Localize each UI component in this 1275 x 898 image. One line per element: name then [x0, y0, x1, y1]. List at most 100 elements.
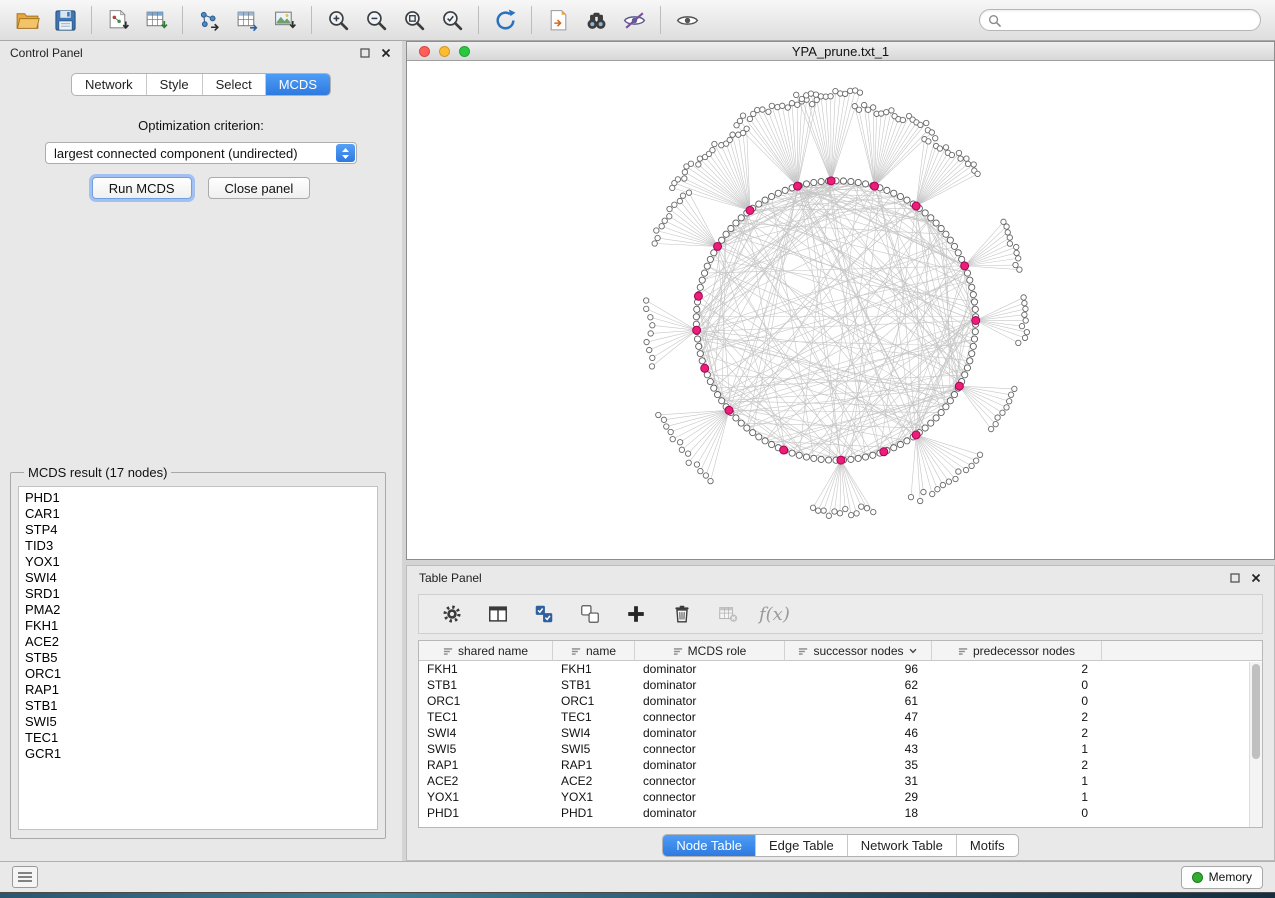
result-item-swi4[interactable]: SWI4 — [25, 570, 377, 586]
result-item-tec1[interactable]: TEC1 — [25, 730, 377, 746]
column-header-successor-nodes[interactable]: successor nodes — [785, 641, 932, 661]
show-graphics-details-button[interactable] — [668, 3, 706, 37]
table-row[interactable]: YOX1YOX1connector291 — [419, 789, 1262, 805]
table-tab-network-table[interactable]: Network Table — [847, 835, 956, 856]
zoom-selected-button[interactable] — [433, 3, 471, 37]
export-network-button[interactable] — [190, 3, 228, 37]
zoom-out-button[interactable] — [357, 3, 395, 37]
tab-select[interactable]: Select — [202, 74, 265, 95]
table-row[interactable]: PHD1PHD1dominator180 — [419, 805, 1262, 821]
table-body: FKH1FKH1dominator962STB1STB1dominator620… — [419, 661, 1262, 821]
search-box[interactable] — [979, 9, 1261, 31]
add-column-button[interactable] — [621, 599, 651, 629]
table-row[interactable]: STB1STB1dominator620 — [419, 677, 1262, 693]
criterion-dropdown[interactable]: largest connected component (undirected) — [45, 142, 357, 164]
network-canvas[interactable] — [407, 61, 1274, 559]
toolbar-separator — [182, 6, 183, 34]
result-item-tid3[interactable]: TID3 — [25, 538, 377, 554]
result-item-ace2[interactable]: ACE2 — [25, 634, 377, 650]
maximize-window-icon[interactable] — [459, 46, 470, 57]
cell-successor_nodes: 35 — [785, 757, 932, 773]
import-table-button[interactable] — [137, 3, 175, 37]
tab-network[interactable]: Network — [72, 74, 146, 95]
result-item-stp4[interactable]: STP4 — [25, 522, 377, 538]
column-header-shared-name[interactable]: shared name — [419, 641, 553, 661]
control-panel-title: Control Panel — [10, 46, 83, 60]
result-item-srd1[interactable]: SRD1 — [25, 586, 377, 602]
table-tab-motifs[interactable]: Motifs — [956, 835, 1018, 856]
apply-layout-button[interactable] — [486, 3, 524, 37]
save-session-button[interactable] — [46, 3, 84, 37]
cell-name: ACE2 — [553, 773, 635, 789]
scrollbar-thumb[interactable] — [1252, 664, 1260, 759]
tab-style[interactable]: Style — [146, 74, 202, 95]
network-titlebar[interactable]: YPA_prune.txt_1 — [407, 42, 1274, 61]
search-input[interactable] — [1006, 13, 1252, 28]
import-network-file-icon — [106, 8, 131, 33]
export-table-icon — [235, 8, 260, 33]
table-row[interactable]: SWI5SWI5connector431 — [419, 741, 1262, 757]
function-builder-button[interactable]: f(x) — [759, 604, 790, 625]
table-tab-edge-table[interactable]: Edge Table — [755, 835, 847, 856]
zoom-out-icon — [364, 8, 389, 33]
cell-predecessor_nodes: 0 — [932, 677, 1102, 693]
result-item-gcr1[interactable]: GCR1 — [25, 746, 377, 762]
tab-mcds[interactable]: MCDS — [265, 74, 330, 95]
delete-column-button[interactable] — [667, 599, 697, 629]
cell-mcds_role: dominator — [635, 757, 785, 773]
select-all-button[interactable] — [529, 599, 559, 629]
show-columns-button[interactable] — [483, 599, 513, 629]
table-row[interactable]: FKH1FKH1dominator962 — [419, 661, 1262, 677]
table-row[interactable]: ORC1ORC1dominator610 — [419, 693, 1262, 709]
unselect-all-icon — [579, 603, 601, 625]
open-session-button[interactable] — [8, 3, 46, 37]
result-item-stb5[interactable]: STB5 — [25, 650, 377, 666]
column-header-predecessor-nodes[interactable]: predecessor nodes — [932, 641, 1102, 661]
export-table-button[interactable] — [228, 3, 266, 37]
run-mcds-button[interactable]: Run MCDS — [92, 177, 192, 199]
zoom-in-button[interactable] — [319, 3, 357, 37]
first-neighbors-button[interactable] — [539, 3, 577, 37]
table-row[interactable]: ACE2ACE2connector311 — [419, 773, 1262, 789]
dropdown-stepper-icon — [336, 144, 355, 162]
cell-shared_name: SWI4 — [419, 725, 553, 741]
close-panel-icon[interactable] — [380, 47, 392, 59]
result-item-phd1[interactable]: PHD1 — [25, 490, 377, 506]
result-item-fkh1[interactable]: FKH1 — [25, 618, 377, 634]
close-window-icon[interactable] — [419, 46, 430, 57]
hide-selected-button[interactable] — [615, 3, 653, 37]
table-settings-button[interactable] — [437, 599, 467, 629]
export-image-button[interactable] — [266, 3, 304, 37]
close-panel-button[interactable]: Close panel — [208, 177, 311, 199]
column-header-name[interactable]: name — [553, 641, 635, 661]
mcds-result-list[interactable]: PHD1CAR1STP4TID3YOX1SWI4SRD1PMA2FKH1ACE2… — [18, 486, 378, 830]
result-item-car1[interactable]: CAR1 — [25, 506, 377, 522]
cell-successor_nodes: 31 — [785, 773, 932, 789]
result-item-orc1[interactable]: ORC1 — [25, 666, 377, 682]
table-scrollbar[interactable] — [1249, 662, 1262, 827]
result-item-stb1[interactable]: STB1 — [25, 698, 377, 714]
result-item-swi5[interactable]: SWI5 — [25, 714, 377, 730]
search-network-button[interactable] — [577, 3, 615, 37]
minimize-window-icon[interactable] — [439, 46, 450, 57]
float-panel-icon[interactable] — [359, 47, 371, 59]
table-row[interactable]: TEC1TEC1connector472 — [419, 709, 1262, 725]
unselect-all-button[interactable] — [575, 599, 605, 629]
memory-button[interactable]: Memory — [1181, 866, 1263, 889]
result-item-pma2[interactable]: PMA2 — [25, 602, 377, 618]
table-row[interactable]: SWI4SWI4dominator462 — [419, 725, 1262, 741]
task-history-button[interactable] — [12, 866, 38, 888]
table-tab-node-table[interactable]: Node Table — [663, 835, 755, 856]
result-item-rap1[interactable]: RAP1 — [25, 682, 377, 698]
result-item-yox1[interactable]: YOX1 — [25, 554, 377, 570]
zoom-fit-icon — [402, 8, 427, 33]
chevron-down-icon — [908, 646, 918, 656]
import-network-button[interactable] — [99, 3, 137, 37]
column-header-MCDS-role[interactable]: MCDS role — [635, 641, 785, 661]
close-panel-icon[interactable] — [1250, 572, 1262, 584]
table-row[interactable]: RAP1RAP1dominator352 — [419, 757, 1262, 773]
float-panel-icon[interactable] — [1229, 572, 1241, 584]
toolbar-separator — [660, 6, 661, 34]
cell-successor_nodes: 43 — [785, 741, 932, 757]
zoom-fit-button[interactable] — [395, 3, 433, 37]
